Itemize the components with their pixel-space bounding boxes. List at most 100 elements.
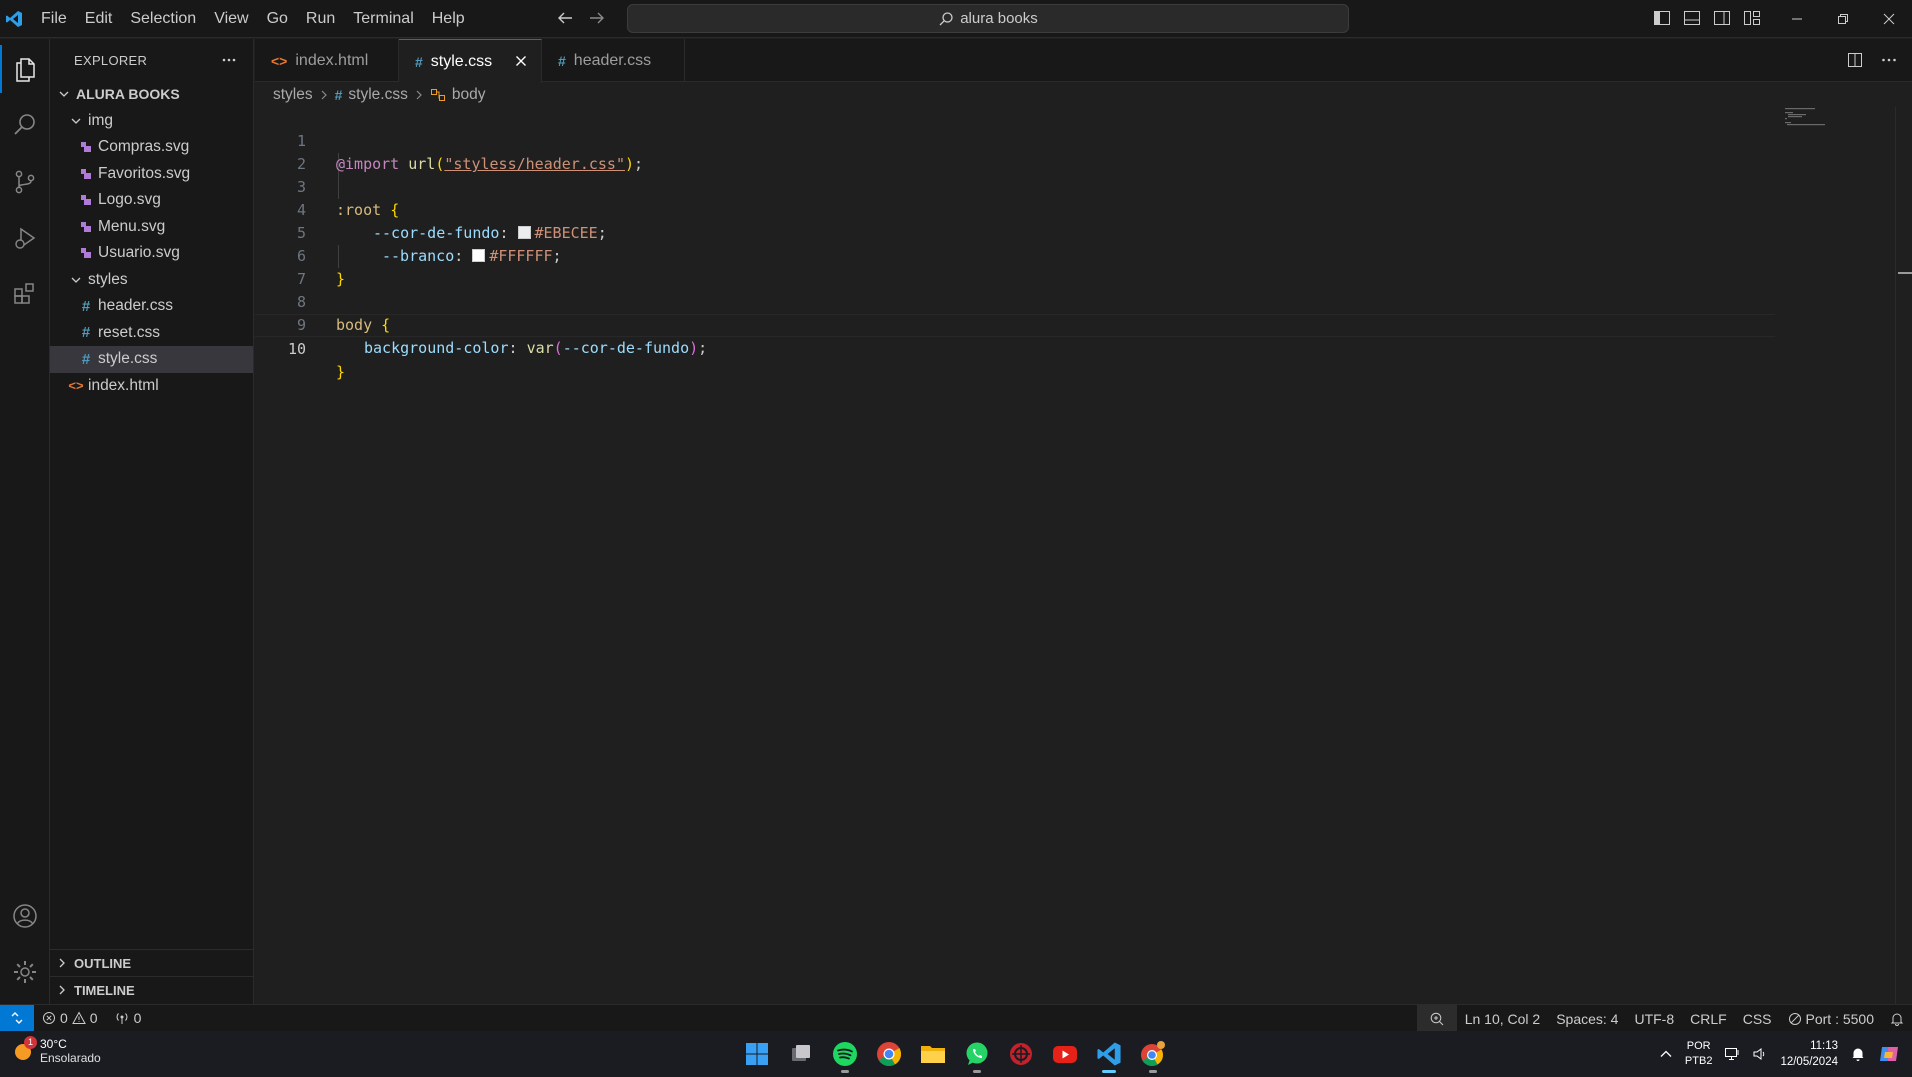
editor-scrollbar[interactable] xyxy=(1895,107,1912,1004)
network-icon[interactable] xyxy=(1724,1046,1740,1062)
error-icon xyxy=(43,1012,55,1024)
menu-file[interactable]: File xyxy=(32,5,76,33)
volume-icon[interactable] xyxy=(1752,1046,1768,1062)
tab-style-css[interactable]: # style.css xyxy=(399,39,542,83)
settings-gear-icon[interactable] xyxy=(0,948,50,996)
customize-layout-icon[interactable] xyxy=(1742,8,1762,28)
outline-section[interactable]: OUTLINE xyxy=(50,949,254,976)
search-view-icon[interactable] xyxy=(0,101,50,149)
css-file-icon: # xyxy=(334,87,343,103)
encoding[interactable]: UTF-8 xyxy=(1626,1005,1682,1032)
menu-help[interactable]: Help xyxy=(423,5,474,33)
toggle-panel-icon[interactable] xyxy=(1682,8,1702,28)
tree-item-label: Logo.svg xyxy=(98,191,161,209)
notification-bell-icon[interactable] xyxy=(1850,1046,1866,1062)
tree-file-reset-css[interactable]: # reset.css xyxy=(50,320,253,347)
menu-view[interactable]: View xyxy=(205,5,257,33)
explorer-icon[interactable] xyxy=(0,45,50,93)
spotify-icon[interactable] xyxy=(828,1037,862,1073)
back-arrow-icon[interactable] xyxy=(556,8,574,28)
restore-icon[interactable] xyxy=(1820,0,1866,38)
taskbar-apps xyxy=(740,1037,1170,1073)
menu-edit[interactable]: Edit xyxy=(76,5,122,33)
system-tray: POR PTB2 11:13 12/05/2024 xyxy=(1659,1031,1912,1077)
weather-condition: Ensolarado xyxy=(40,1051,101,1065)
live-server-port[interactable]: Port : 5500 xyxy=(1780,1005,1883,1032)
editor-actions xyxy=(1846,51,1898,69)
toggle-secondary-sidebar-icon[interactable] xyxy=(1712,8,1732,28)
menu-terminal[interactable]: Terminal xyxy=(344,5,422,33)
tab-index-html[interactable]: <> index.html xyxy=(255,39,399,82)
tree-file-logo[interactable]: Logo.svg xyxy=(50,187,253,214)
menu-bar: File Edit Selection View Go Run Terminal… xyxy=(32,0,474,38)
indentation[interactable]: Spaces: 4 xyxy=(1548,1005,1626,1032)
file-explorer-icon[interactable] xyxy=(916,1037,950,1071)
youtube-icon[interactable] xyxy=(1048,1037,1082,1071)
weather-widget[interactable]: 1 30°C Ensolarado xyxy=(12,1036,101,1065)
tree-item-label: Favoritos.svg xyxy=(98,164,191,182)
chevron-up-icon[interactable] xyxy=(1659,1047,1673,1061)
breadcrumb-symbol[interactable]: body xyxy=(452,86,486,104)
run-debug-icon[interactable] xyxy=(0,214,50,262)
tree-file-menu[interactable]: Menu.svg xyxy=(50,214,253,241)
chrome-icon[interactable] xyxy=(872,1037,906,1071)
warning-icon xyxy=(71,1011,86,1024)
ports-indicator[interactable]: 0 xyxy=(106,1005,150,1032)
notifications-bell-icon[interactable] xyxy=(1882,1005,1912,1032)
css-file-icon: # xyxy=(81,350,91,368)
language-mode[interactable]: CSS xyxy=(1735,1005,1780,1032)
code-line-current: 10 } xyxy=(255,314,1775,381)
tree-file-header-css[interactable]: # header.css xyxy=(50,293,253,320)
antivirus-icon[interactable] xyxy=(1004,1037,1038,1071)
problems-indicator[interactable]: 0 0 xyxy=(34,1005,106,1032)
accounts-icon[interactable] xyxy=(0,892,50,940)
forward-arrow-icon[interactable] xyxy=(588,8,606,28)
tab-header-css[interactable]: # header.css xyxy=(542,39,685,82)
explorer-title: EXPLORER xyxy=(74,52,148,68)
source-control-icon[interactable] xyxy=(0,158,50,206)
tree-item-label: header.css xyxy=(98,297,173,315)
close-window-icon[interactable] xyxy=(1866,0,1912,38)
whatsapp-icon[interactable] xyxy=(960,1037,994,1073)
zoom-indicator[interactable] xyxy=(1416,1005,1457,1032)
breadcrumb-folder[interactable]: styles xyxy=(273,86,313,104)
tree-file-favoritos[interactable]: Favoritos.svg xyxy=(50,161,253,188)
tree-file-index-html[interactable]: <> index.html xyxy=(50,373,253,400)
tree-file-usuario[interactable]: Usuario.svg xyxy=(50,240,253,267)
code-editor[interactable]: 1 @import url("styless/header.css"); 2 3… xyxy=(255,107,1912,1004)
close-tab-icon[interactable] xyxy=(513,53,529,69)
split-editor-icon[interactable] xyxy=(1846,51,1864,69)
title-bar: File Edit Selection View Go Run Terminal… xyxy=(0,0,1912,38)
menu-go[interactable]: Go xyxy=(258,5,297,33)
tree-file-style-css[interactable]: # style.css xyxy=(50,346,253,373)
css-file-icon: # xyxy=(81,297,91,315)
tree-file-compras[interactable]: Compras.svg xyxy=(50,134,253,161)
breadcrumb-file[interactable]: style.css xyxy=(348,86,407,104)
command-center-search[interactable]: alura books xyxy=(627,4,1349,33)
cursor-position[interactable]: Ln 10, Col 2 xyxy=(1457,1005,1549,1032)
layout-controls xyxy=(1652,8,1762,28)
menu-run[interactable]: Run xyxy=(297,5,344,33)
task-view-icon[interactable] xyxy=(784,1037,818,1071)
minimize-icon[interactable] xyxy=(1774,0,1820,38)
menu-selection[interactable]: Selection xyxy=(121,5,205,33)
end-of-line[interactable]: CRLF xyxy=(1682,1005,1735,1032)
input-language[interactable]: POR PTB2 xyxy=(1685,1039,1713,1069)
more-actions-icon[interactable] xyxy=(1880,51,1898,69)
workspace-root[interactable]: ALURA BOOKS xyxy=(50,81,253,108)
windows-start-icon[interactable] xyxy=(740,1037,774,1071)
remote-indicator-icon[interactable] xyxy=(0,1004,34,1032)
timeline-section[interactable]: TIMELINE xyxy=(50,976,254,1003)
minimap[interactable] xyxy=(1785,107,1835,127)
system-clock[interactable]: 11:13 12/05/2024 xyxy=(1780,1038,1838,1070)
tree-folder-img[interactable]: img xyxy=(50,108,253,135)
extensions-icon[interactable] xyxy=(0,270,50,318)
explorer-sidebar: EXPLORER ALURA BOOKS img Compras.svg Fav… xyxy=(50,39,254,1004)
toggle-primary-sidebar-icon[interactable] xyxy=(1652,8,1672,28)
tree-folder-styles[interactable]: styles xyxy=(50,267,253,294)
more-actions-icon[interactable] xyxy=(221,52,237,68)
css-file-icon: # xyxy=(81,324,91,342)
vscode-taskbar-icon[interactable] xyxy=(1092,1037,1126,1073)
copilot-icon[interactable] xyxy=(1878,1043,1900,1065)
chrome-profile-icon[interactable] xyxy=(1136,1037,1170,1073)
